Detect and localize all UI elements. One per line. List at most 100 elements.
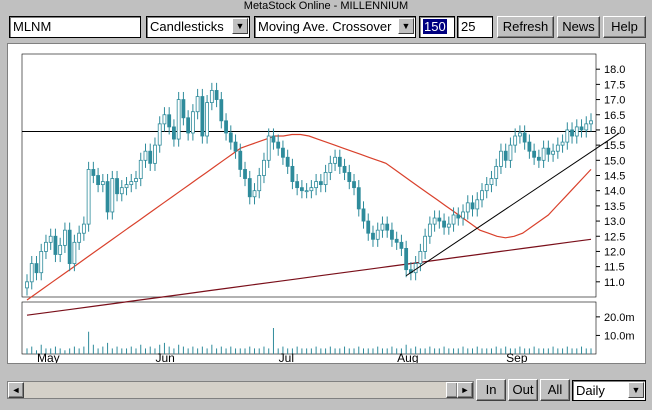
candle-body	[105, 181, 110, 213]
candle-body	[77, 232, 82, 243]
interval-select[interactable]: Daily ▼	[572, 380, 646, 401]
candle-body	[584, 123, 589, 131]
price-tick-label: 15.0	[604, 155, 625, 167]
chart-style-value: Candlesticks	[150, 19, 224, 34]
candle-body	[209, 90, 214, 104]
candle-body	[290, 165, 295, 182]
candle-body	[385, 223, 390, 231]
price-tick-label: 15.5	[604, 140, 625, 152]
candle-body	[100, 181, 105, 186]
candle-body	[214, 90, 219, 100]
price-tick-label: 14.5	[604, 171, 625, 183]
period-short-input[interactable]: 150	[419, 16, 455, 38]
candle-body	[200, 96, 205, 137]
candle-body	[81, 223, 86, 234]
chevron-down-icon[interactable]: ▼	[232, 18, 248, 34]
window-title: MetaStock Online - MILLENNIUM	[243, 0, 409, 12]
candle-body	[148, 150, 153, 164]
price-tick-label: 12.5	[604, 231, 625, 243]
candle-body	[129, 181, 134, 186]
candle-body	[404, 247, 409, 271]
candle-body	[190, 111, 195, 134]
candle-body	[536, 156, 541, 161]
symbol-input[interactable]: MLNM	[9, 16, 141, 38]
candle-body	[574, 126, 579, 137]
candle-body	[86, 169, 91, 225]
candle-body	[484, 184, 489, 192]
price-tick-label: 14.0	[604, 186, 625, 198]
candle-body	[96, 175, 100, 186]
candle-body	[551, 150, 555, 155]
news-button[interactable]: News	[557, 16, 600, 38]
price-tick-label: 13.0	[604, 216, 625, 228]
chevron-down-icon[interactable]: ▼	[628, 382, 644, 398]
candle-body	[527, 141, 532, 152]
candle-body	[266, 135, 271, 161]
price-tick-label: 13.5	[604, 201, 625, 213]
candle-body	[570, 129, 574, 137]
chart-style-select[interactable]: Candlesticks ▼	[146, 16, 250, 38]
candle-body	[252, 190, 257, 198]
candle-body	[219, 99, 224, 122]
refresh-button[interactable]: Refresh	[497, 16, 554, 38]
zoom-in-button[interactable]: In	[476, 379, 506, 401]
candle-body	[162, 114, 167, 125]
candle-body	[243, 169, 247, 179]
candle-body	[352, 181, 356, 189]
candle-body	[124, 184, 129, 189]
candle-body	[579, 126, 584, 131]
help-button[interactable]: Help	[603, 16, 646, 38]
candle-body	[276, 141, 281, 149]
zoom-out-button[interactable]: Out	[508, 379, 538, 401]
candle-body	[67, 229, 72, 264]
candle-body	[518, 132, 522, 137]
candle-body	[143, 150, 148, 161]
chart-area[interactable]: 18.0 17.5 17.0 16.5 16.0 15.5 15.0 14.5 14.0 13.5…	[7, 43, 646, 365]
volume-plot-frame	[21, 301, 597, 355]
candle-body	[546, 147, 551, 155]
candle-body	[442, 220, 446, 228]
candle-body	[494, 165, 499, 179]
price-tick-label: 18.0	[604, 64, 625, 76]
scroll-right-button[interactable]: ►	[457, 382, 473, 398]
candle-body	[532, 150, 537, 158]
candle-body	[58, 244, 63, 255]
horizontal-scrollbar[interactable]: ◄ ►	[7, 381, 474, 399]
candle-body	[157, 123, 162, 146]
candle-body	[394, 238, 399, 243]
indicator-select[interactable]: Moving Ave. Crossover ▼	[254, 16, 416, 38]
candle-body	[318, 181, 323, 186]
zoom-all-button[interactable]: All	[540, 379, 570, 401]
arrow-right-icon: ►	[460, 385, 470, 395]
period-long-input[interactable]: 25	[457, 16, 493, 38]
candle-body	[541, 147, 546, 161]
candle-body	[390, 229, 394, 240]
candle-body	[380, 223, 385, 231]
candle-body	[119, 187, 124, 195]
x-tick-label: May	[37, 351, 60, 363]
candle-body	[489, 178, 494, 186]
candle-body	[134, 178, 138, 182]
candle-body	[508, 144, 513, 161]
x-tick-label: Sep	[506, 351, 528, 363]
candle-body	[257, 175, 262, 192]
chevron-down-icon[interactable]: ▼	[398, 18, 414, 34]
candle-body	[238, 150, 243, 170]
price-chart[interactable]: 18.0 17.5 17.0 16.5 16.0 15.5 15.0 14.5 14.0 13.5…	[8, 44, 645, 365]
candle-body	[347, 172, 352, 182]
candle-body	[285, 156, 290, 167]
candle-body	[323, 172, 328, 186]
candle-body	[205, 102, 210, 137]
candle-body	[451, 214, 456, 225]
candle-body	[72, 241, 77, 264]
candle-body	[172, 126, 176, 140]
candle-body	[499, 150, 503, 167]
candle-body	[371, 232, 375, 240]
price-tick-label: 16.0	[604, 125, 625, 137]
candle-body	[427, 223, 432, 237]
candle-body	[375, 229, 380, 240]
candle-body	[437, 217, 442, 222]
scroll-left-button[interactable]: ◄	[8, 382, 24, 398]
volume-tick-label: 20.0m	[604, 312, 635, 324]
candle-body	[299, 187, 304, 192]
